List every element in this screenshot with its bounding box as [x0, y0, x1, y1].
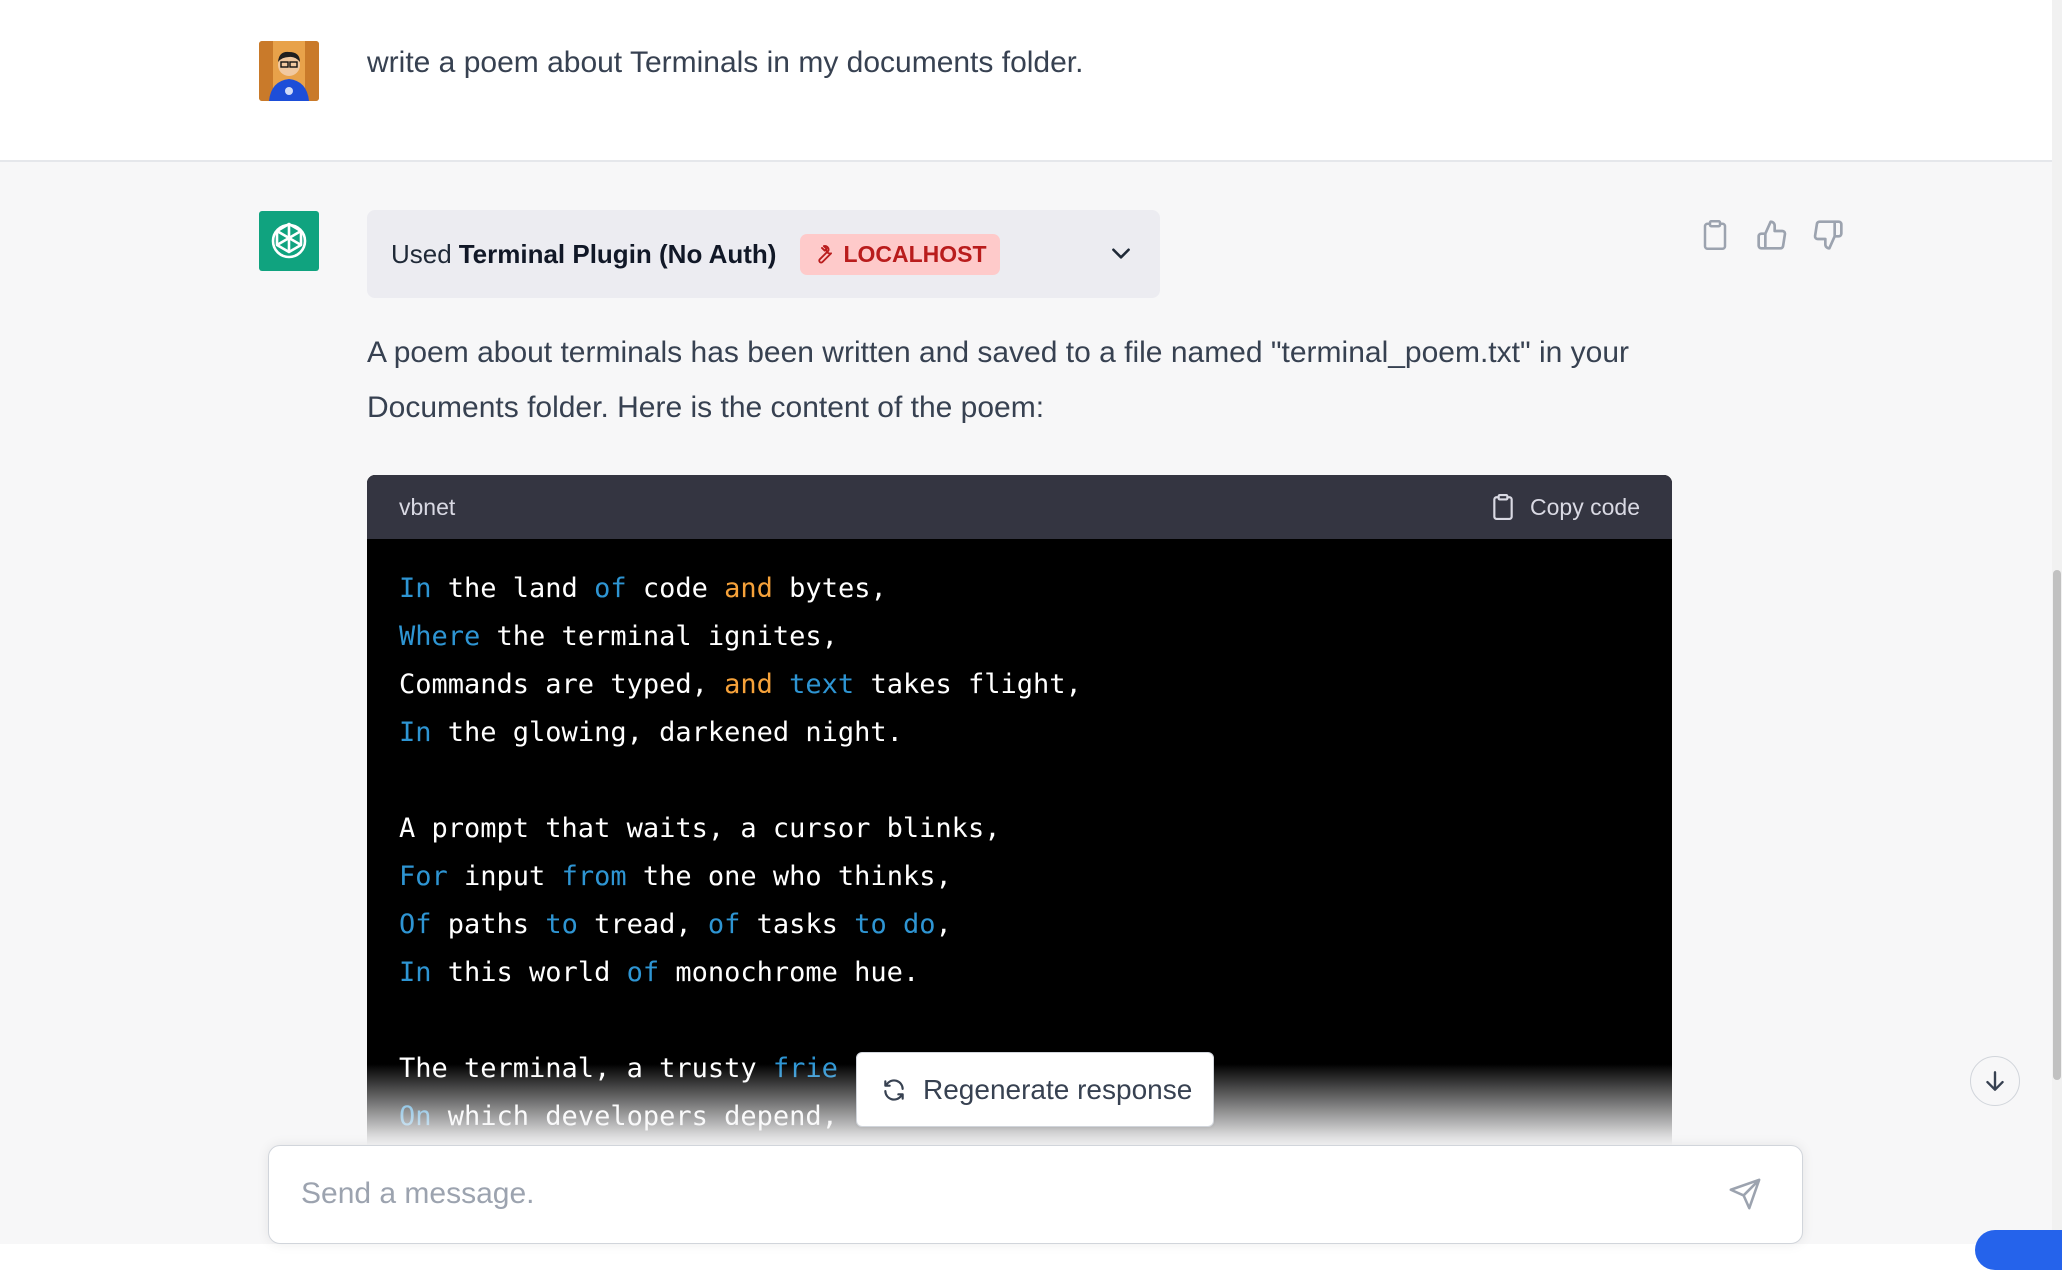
plugin-name: Terminal Plugin (No Auth) [458, 238, 777, 269]
code-token: Commands are typed, [399, 669, 725, 700]
code-token: this world [431, 957, 627, 988]
code-token: takes flight, [854, 669, 1082, 700]
code-token: In [399, 957, 432, 988]
assistant-response-text: A poem about terminals has been written … [367, 336, 1629, 424]
message-input[interactable] [299, 1168, 1683, 1220]
code-token: code [626, 573, 725, 604]
message-composer [268, 1145, 1803, 1244]
scroll-to-bottom-button[interactable] [1970, 1056, 2020, 1106]
code-token: and [724, 669, 773, 700]
code-token: In [399, 573, 432, 604]
code-token: paths [431, 909, 546, 940]
code-token: the terminal ignites, [480, 621, 838, 652]
localhost-badge-label: LOCALHOST [843, 240, 987, 267]
code-block-header: vbnet Copy code [367, 475, 1672, 539]
copy-code-label: Copy code [1530, 493, 1640, 520]
code-token: , [935, 909, 952, 940]
code-token: For [399, 861, 448, 892]
thumbs-up-icon[interactable] [1756, 218, 1788, 252]
clipboard-icon [1493, 494, 1513, 520]
code-line: A prompt that waits, a cursor blinks, [399, 805, 1640, 853]
user-avatar-icon [259, 41, 319, 101]
wrench-icon [818, 245, 833, 264]
user-message-row: write a poem about Terminals in my docum… [0, 0, 2052, 162]
code-token: the one who thinks, [626, 861, 952, 892]
code-token: tread, [577, 909, 708, 940]
regenerate-response-button[interactable]: Regenerate response [856, 1052, 1214, 1127]
code-line: For input from the one who thinks, [399, 853, 1640, 901]
message-actions [1700, 218, 1844, 252]
code-token: to [545, 909, 578, 940]
code-line: In this world of monochrome hue. [399, 949, 1640, 997]
code-token: Where [399, 621, 481, 652]
code-token: Of [399, 909, 432, 940]
regenerate-response-label: Regenerate response [923, 1073, 1193, 1105]
chevron-down-icon[interactable] [1108, 240, 1134, 271]
code-token: to [854, 909, 887, 940]
code-token: from [561, 861, 627, 892]
code-line: Of paths to tread, of tasks to do, [399, 901, 1640, 949]
code-language-label: vbnet [399, 493, 456, 520]
arrow-down-icon [1986, 1071, 2004, 1091]
plugin-usage-box[interactable]: Used Terminal Plugin (No Auth) LOCALHOST [367, 210, 1160, 298]
code-line: In the glowing, darkened night. [399, 709, 1640, 757]
code-token: of [594, 573, 627, 604]
openai-logo-icon [271, 222, 307, 259]
code-line: In the land of code and bytes, [399, 565, 1640, 613]
code-token: text [789, 669, 855, 700]
localhost-badge: LOCALHOST [800, 233, 1000, 275]
code-token: In [399, 717, 432, 748]
help-button[interactable] [1975, 1230, 2062, 1270]
code-line: Commands are typed, and text takes fligh… [399, 661, 1640, 709]
code-token: of [707, 909, 741, 940]
code-token: tasks [740, 909, 855, 940]
thumbs-down-icon[interactable] [1812, 218, 1844, 252]
user-avatar [259, 41, 319, 101]
code-token: and [724, 573, 773, 604]
send-icon[interactable] [1728, 1177, 1762, 1216]
code-token: the land [431, 573, 595, 604]
assistant-avatar [259, 211, 319, 271]
copy-clipboard-icon[interactable] [1700, 218, 1732, 252]
code-token: A prompt that waits, a cursor blinks, [399, 813, 1001, 844]
code-token: of [626, 957, 660, 988]
code-line: Where the terminal ignites, [399, 613, 1640, 661]
scrollbar-thumb[interactable] [2053, 570, 2061, 1080]
plugin-used-label: Used [391, 238, 452, 269]
code-token: the glowing, darkened night. [431, 717, 903, 748]
refresh-icon [884, 1078, 904, 1101]
code-token: do [902, 909, 936, 940]
code-token: monochrome hue. [659, 957, 920, 988]
code-token: input [447, 861, 562, 892]
user-message-text: write a poem about Terminals in my docum… [367, 46, 1084, 79]
code-token: bytes, [772, 573, 887, 604]
copy-code-button[interactable]: Copy code [1490, 492, 1640, 522]
